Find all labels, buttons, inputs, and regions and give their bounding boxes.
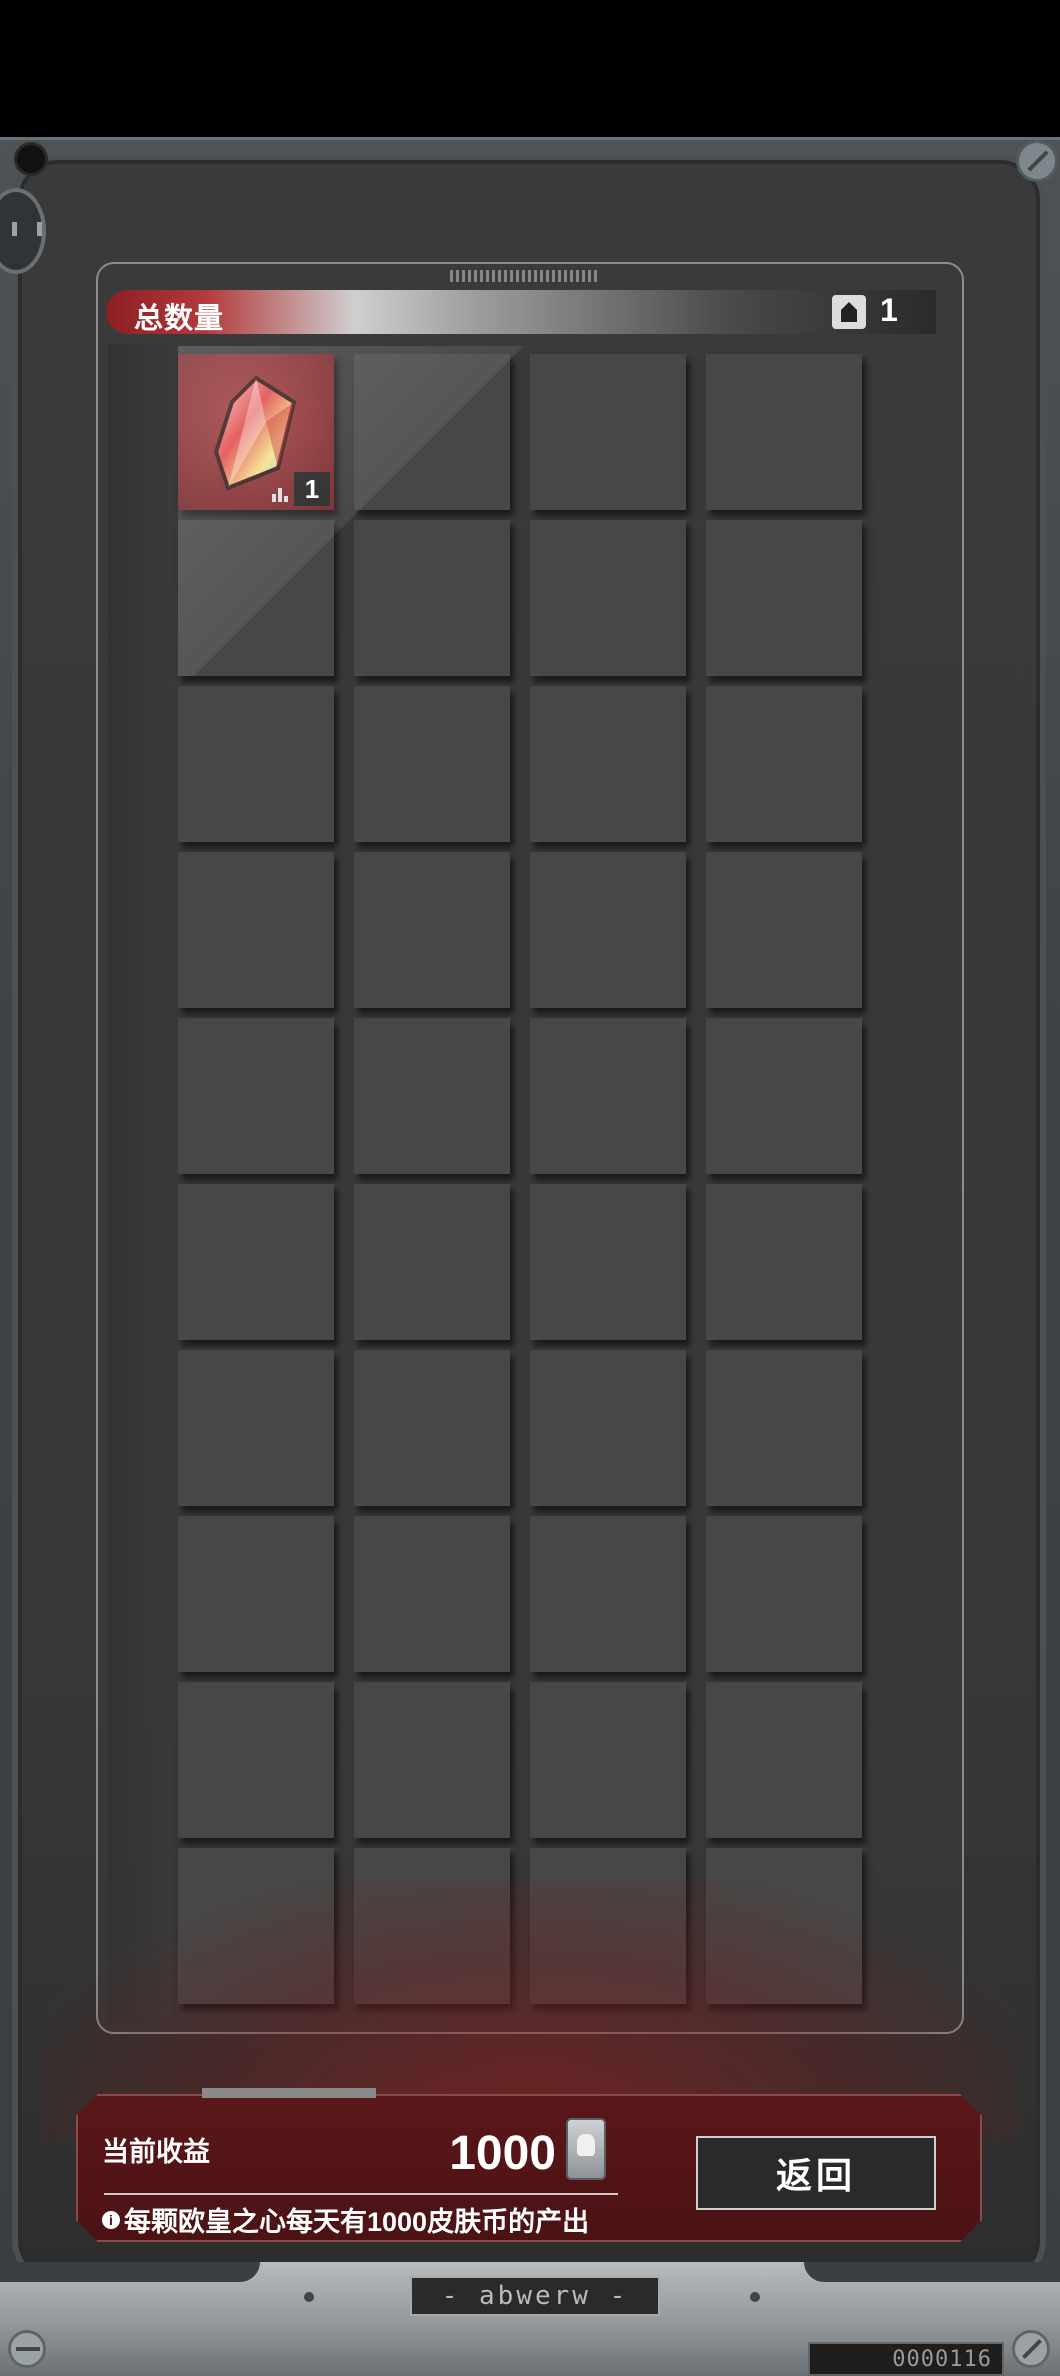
inventory-slot[interactable]: 1 — [178, 354, 334, 510]
inventory-slot[interactable] — [706, 1682, 862, 1838]
inventory-slot[interactable] — [354, 686, 510, 842]
total-count-bar — [106, 290, 936, 334]
inventory-slot[interactable] — [178, 686, 334, 842]
inventory-slot[interactable] — [354, 1516, 510, 1672]
inventory-slot[interactable] — [178, 1184, 334, 1340]
income-panel-tab — [202, 2088, 376, 2098]
total-count-value: 1 — [880, 292, 898, 328]
model-plate: - abwerw - — [410, 2276, 660, 2316]
serial-plate: 0000116 — [808, 2342, 1004, 2376]
inventory-slot[interactable] — [706, 520, 862, 676]
inventory-slot[interactable] — [354, 1018, 510, 1174]
inventory-slot[interactable] — [706, 1350, 862, 1506]
inventory-slot[interactable] — [354, 1350, 510, 1506]
inventory-slot[interactable] — [706, 852, 862, 1008]
grid-shadow — [108, 344, 172, 2024]
inventory-slot[interactable] — [706, 1018, 862, 1174]
income-label: 当前收益 — [102, 2137, 210, 2167]
inventory-slot[interactable] — [706, 686, 862, 842]
inventory-slot[interactable] — [530, 1184, 686, 1340]
income-note-text: 每颗欧皇之心每天有1000皮肤币的产出 — [124, 2207, 590, 2237]
inventory-slot[interactable] — [706, 354, 862, 510]
inventory-slot[interactable] — [178, 1350, 334, 1506]
inventory-slot[interactable] — [178, 1018, 334, 1174]
inventory-slot[interactable] — [354, 852, 510, 1008]
inventory-slot[interactable] — [530, 1682, 686, 1838]
inventory-slot[interactable] — [706, 1516, 862, 1672]
total-count-label: 总数量 — [134, 303, 225, 335]
inventory-slot[interactable] — [530, 686, 686, 842]
inventory-slot[interactable] — [354, 520, 510, 676]
panel-grip — [450, 270, 600, 282]
item-type-icon — [832, 295, 866, 329]
base-notch-left — [0, 2262, 260, 2282]
inventory-slot[interactable] — [530, 1018, 686, 1174]
inventory-slot[interactable] — [530, 520, 686, 676]
info-icon: i — [102, 2210, 120, 2229]
income-divider — [104, 2193, 618, 2195]
income-value: 1000 — [449, 2127, 556, 2180]
inventory-slot[interactable] — [530, 1350, 686, 1506]
stats-icon — [272, 486, 290, 502]
return-button[interactable]: 返回 — [696, 2136, 936, 2210]
item-count-badge: 1 — [294, 472, 330, 506]
inventory-slot[interactable] — [354, 1184, 510, 1340]
inventory-slot[interactable] — [530, 354, 686, 510]
rivet — [304, 2292, 314, 2302]
inventory-slot[interactable] — [706, 1184, 862, 1340]
base-notch-right — [804, 2262, 1060, 2282]
inventory-slot[interactable] — [354, 354, 510, 510]
inventory-slot[interactable] — [530, 1516, 686, 1672]
inventory-slot[interactable] — [178, 520, 334, 676]
camera-hole — [14, 142, 48, 176]
income-note: i 每颗欧皇之心每天有1000皮肤币的产出 — [102, 2200, 589, 2239]
skin-coin-icon — [566, 2118, 606, 2180]
inventory-slot[interactable] — [178, 1516, 334, 1672]
screw-icon — [1016, 140, 1058, 182]
screw-icon — [1012, 2330, 1050, 2368]
red-crystal-gem-icon — [213, 375, 297, 491]
screw-icon — [8, 2330, 46, 2368]
inventory-slot[interactable] — [178, 852, 334, 1008]
inventory-slot[interactable] — [530, 852, 686, 1008]
inventory-slot[interactable] — [178, 1682, 334, 1838]
rivet — [750, 2292, 760, 2302]
inventory-slot[interactable] — [354, 1682, 510, 1838]
